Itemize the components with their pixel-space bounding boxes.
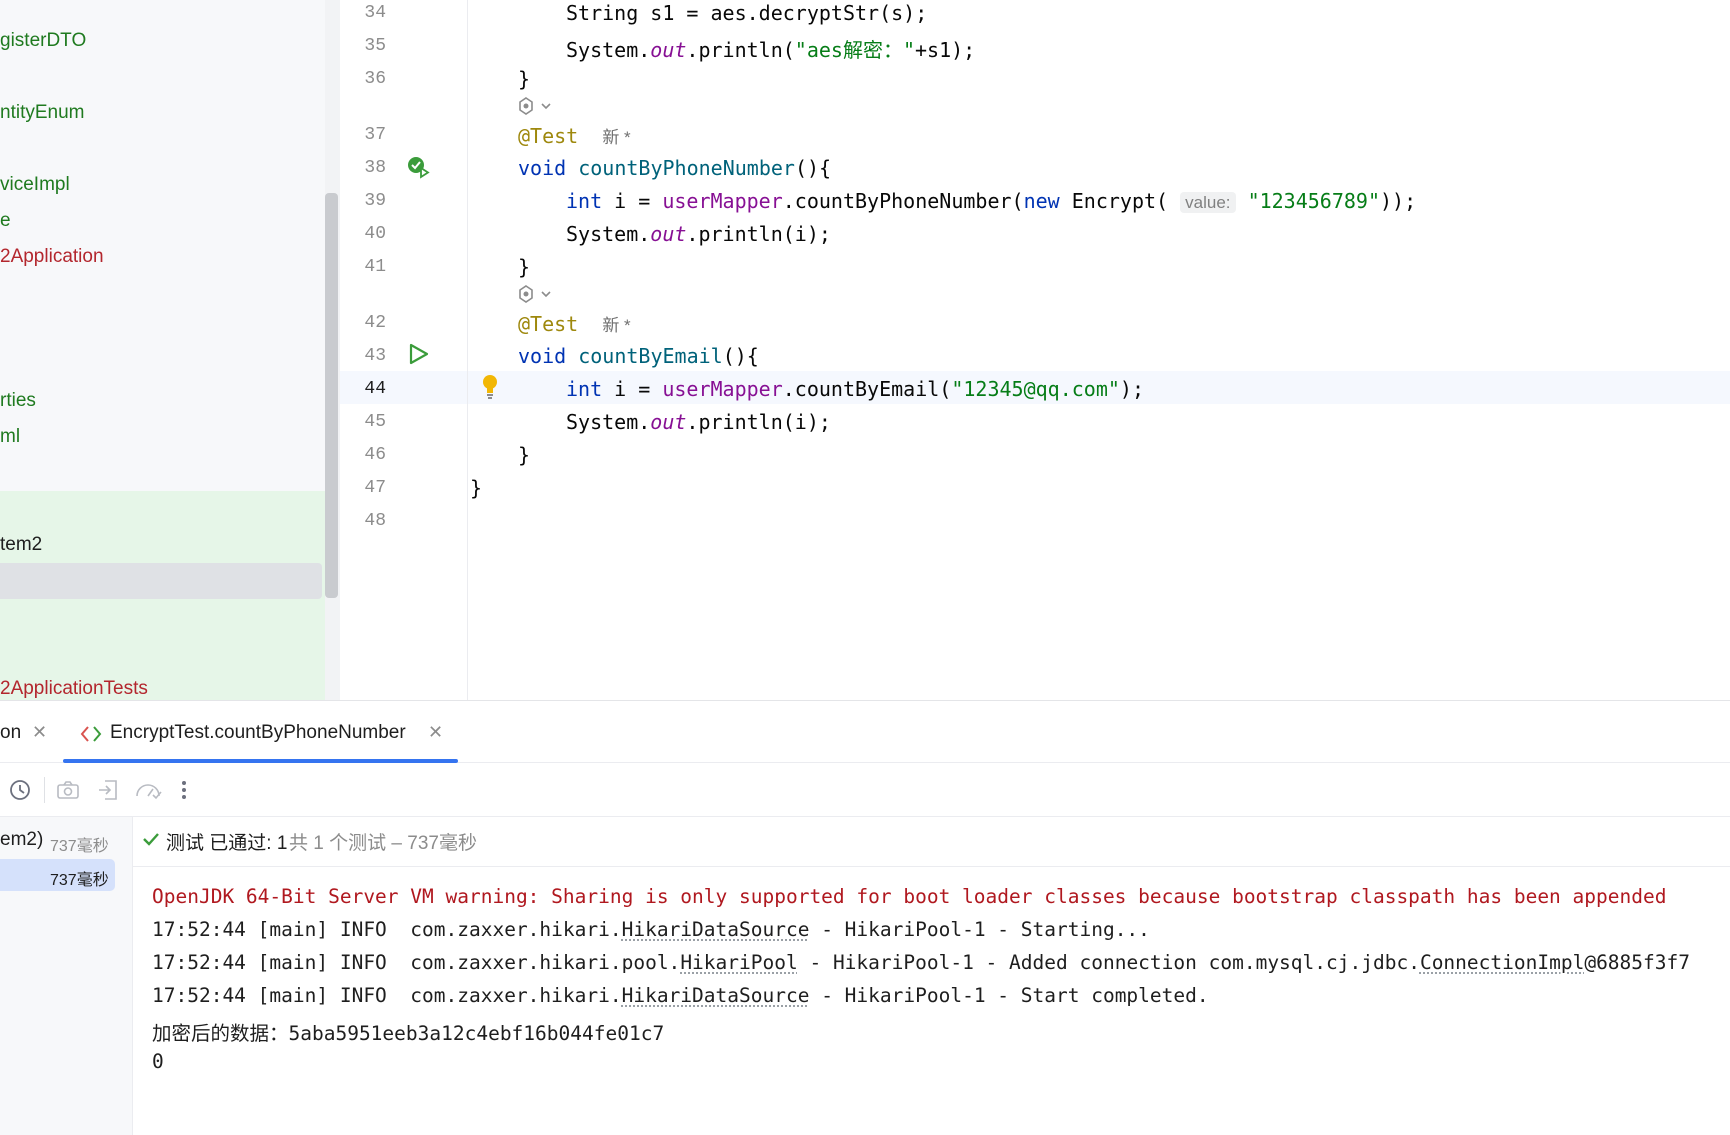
line-number: 40: [340, 224, 386, 244]
code-line-40: System.out.println(i);: [566, 222, 831, 246]
run-test-passed-icon[interactable]: [406, 155, 430, 179]
test-passed-label: 测试 已通过: 1: [166, 828, 287, 855]
import-icon[interactable]: [96, 778, 120, 802]
tab-application[interactable]: on: [0, 722, 21, 744]
tree-item-system2[interactable]: tem2: [0, 534, 42, 556]
close-icon[interactable]: ✕: [32, 722, 47, 743]
more-icon[interactable]: [178, 778, 190, 802]
line-number: 34: [340, 3, 386, 23]
line-number: 35: [340, 36, 386, 56]
new-badge: 新 *: [602, 316, 630, 335]
ai-codelens-icon[interactable]: [516, 283, 556, 305]
test-child-time: 737毫秒: [50, 866, 109, 890]
code-line-47: }: [470, 476, 482, 500]
line-number: 45: [340, 412, 386, 432]
test-results-tree: em2) 737毫秒 737毫秒: [0, 817, 133, 1135]
line-number: 48: [340, 511, 386, 531]
gutter-separator: [467, 0, 468, 700]
code-line-37: @Test 新 *: [518, 123, 631, 148]
console-line: 17:52:44 [main] INFO com.zaxxer.hikari.p…: [152, 951, 1690, 974]
new-badge: 新 *: [602, 128, 630, 147]
code-line-46: }: [518, 443, 530, 467]
code-line-43: void countByEmail(){: [518, 344, 759, 368]
parameter-hint: value:: [1180, 192, 1235, 213]
line-number: 46: [340, 445, 386, 465]
code-line-44: int i = userMapper.countByEmail("12345@q…: [566, 377, 1144, 401]
code-line-41: }: [518, 255, 530, 279]
code-line-42: @Test 新 *: [518, 311, 631, 336]
tree-item-application[interactable]: 2Application: [0, 246, 104, 268]
line-number: 38: [340, 158, 386, 178]
code-line-34: String s1 = aes.decryptStr(s);: [566, 1, 927, 25]
tree-item-identity-enum[interactable]: ntityEnum: [0, 102, 84, 124]
console-line: 17:52:44 [main] INFO com.zaxxer.hikari.H…: [152, 984, 1209, 1007]
code-line-39: int i = userMapper.countByPhoneNumber(ne…: [566, 189, 1416, 213]
line-number: 37: [340, 125, 386, 145]
history-icon[interactable]: [8, 778, 32, 802]
code-editor[interactable]: 34 35 36 37 38 39 40 41 42 43 44 45 46 4…: [340, 0, 1730, 700]
check-icon: [141, 829, 161, 849]
test-status-line: 测试 已通过: 1 共 1 个测试 – 737毫秒: [133, 817, 1730, 867]
console-line: 17:52:44 [main] INFO com.zaxxer.hikari.H…: [152, 918, 1150, 941]
coverage-icon[interactable]: [134, 778, 162, 802]
tree-item-register-dto[interactable]: gisterDTO: [0, 30, 86, 52]
tree-selected-row[interactable]: [0, 563, 322, 599]
run-tool-window: on ✕ EncryptTest.countByPhoneNumber ✕ em…: [0, 700, 1730, 1135]
test-config-icon: [80, 725, 102, 743]
ai-codelens-icon[interactable]: [516, 95, 556, 117]
close-icon[interactable]: ✕: [428, 722, 443, 743]
console-warning-line: OpenJDK 64-Bit Server VM warning: Sharin…: [152, 885, 1666, 908]
code-line-45: System.out.println(i);: [566, 410, 831, 434]
test-count-label: 共 1 个测试 – 737毫秒: [289, 828, 477, 855]
console-line: 0: [152, 1050, 164, 1073]
run-tabs: on ✕ EncryptTest.countByPhoneNumber ✕: [0, 701, 1730, 763]
console-line: 加密后的数据：5aba5951eeb3a12c4ebf16b044fe01c7: [152, 1017, 664, 1046]
code-line-36: }: [518, 67, 530, 91]
tree-item-xml[interactable]: ml: [0, 426, 20, 448]
line-number-current: 44: [340, 379, 386, 399]
code-line-35: System.out.println("aes解密："+s1);: [566, 34, 975, 63]
tab-encrypt-test[interactable]: EncryptTest.countByPhoneNumber: [110, 722, 406, 744]
intention-bulb-icon[interactable]: [481, 374, 499, 400]
project-tree: gisterDTO ntityEnum viceImpl e 2Applicat…: [0, 0, 340, 700]
tree-item-e[interactable]: e: [0, 210, 11, 232]
test-root-label[interactable]: em2): [0, 829, 43, 851]
toolbar-separator: [44, 777, 45, 803]
line-number: 41: [340, 257, 386, 277]
camera-icon[interactable]: [56, 778, 80, 802]
line-number: 39: [340, 191, 386, 211]
tree-scrollbar-thumb[interactable]: [325, 193, 338, 598]
console-output[interactable]: OpenJDK 64-Bit Server VM warning: Sharin…: [133, 867, 1730, 1135]
tree-item-service-impl[interactable]: viceImpl: [0, 174, 70, 196]
run-toolbar: [0, 763, 1730, 817]
test-root-time: 737毫秒: [50, 832, 109, 856]
line-number: 42: [340, 313, 386, 333]
run-test-icon[interactable]: [409, 343, 429, 365]
code-line-38: void countByPhoneNumber(){: [518, 156, 831, 180]
line-number: 36: [340, 69, 386, 89]
tree-item-properties[interactable]: rties: [0, 390, 36, 412]
line-number: 47: [340, 478, 386, 498]
tree-item-application-tests[interactable]: 2ApplicationTests: [0, 678, 148, 700]
line-number: 43: [340, 346, 386, 366]
